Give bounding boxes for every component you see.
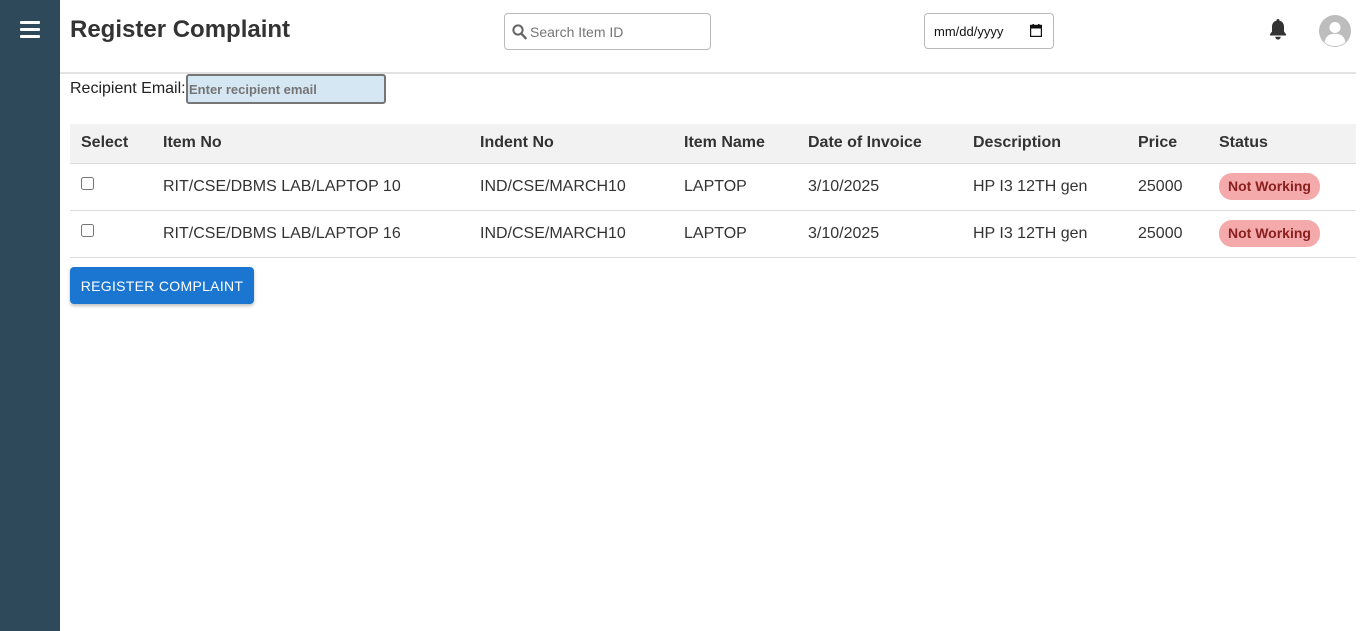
status-badge: Not Working: [1219, 220, 1320, 247]
status-badge: Not Working: [1219, 173, 1320, 200]
search-icon: [512, 24, 527, 40]
indent-no-cell: IND/CSE/MARCH10: [469, 163, 673, 211]
search-input[interactable]: [530, 15, 706, 48]
description-cell: HP I3 12TH gen: [962, 163, 1127, 211]
page-title: Register Complaint: [70, 16, 291, 43]
column-header-description: Description: [962, 124, 1127, 164]
column-header-item-no: Item No: [152, 124, 469, 164]
price-cell: 25000: [1127, 210, 1208, 258]
date-input[interactable]: mm/dd/yyyy: [924, 13, 1054, 49]
column-header-date-of-invoice: Date of Invoice: [797, 124, 962, 164]
item-name-cell: LAPTOP: [673, 210, 797, 258]
calendar-icon[interactable]: [1030, 24, 1042, 37]
user-avatar-icon[interactable]: [1319, 15, 1351, 47]
hamburger-menu-icon[interactable]: [20, 21, 40, 39]
search-box[interactable]: [504, 13, 711, 50]
bell-icon[interactable]: [1268, 19, 1288, 41]
status-cell: Not Working: [1208, 210, 1356, 258]
table-row: RIT/CSE/DBMS LAB/LAPTOP 16 IND/CSE/MARCH…: [70, 210, 1356, 258]
column-header-price: Price: [1127, 124, 1208, 164]
date-of-invoice-cell: 3/10/2025: [797, 210, 962, 258]
date-of-invoice-cell: 3/10/2025: [797, 163, 962, 211]
item-no-cell: RIT/CSE/DBMS LAB/LAPTOP 10: [152, 163, 469, 211]
table-row: RIT/CSE/DBMS LAB/LAPTOP 10 IND/CSE/MARCH…: [70, 163, 1356, 211]
description-cell: HP I3 12TH gen: [962, 210, 1127, 258]
item-no-cell: RIT/CSE/DBMS LAB/LAPTOP 16: [152, 210, 469, 258]
sidebar: [0, 0, 60, 631]
items-table: Select Item No Indent No Item Name Date …: [70, 124, 1356, 258]
item-name-cell: LAPTOP: [673, 163, 797, 211]
top-bar: Register Complaint mm/dd/yyyy: [60, 0, 1356, 74]
recipient-email-label: Recipient Email:: [70, 80, 186, 97]
price-cell: 25000: [1127, 163, 1208, 211]
column-header-status: Status: [1208, 124, 1356, 164]
row-select-checkbox[interactable]: [81, 176, 94, 190]
select-cell: [70, 163, 152, 211]
row-select-checkbox[interactable]: [81, 223, 94, 237]
column-header-item-name: Item Name: [673, 124, 797, 164]
column-header-select: Select: [70, 124, 152, 164]
recipient-email-input[interactable]: [186, 74, 386, 104]
table-header-row: Select Item No Indent No Item Name Date …: [70, 124, 1356, 164]
main-content: Register Complaint mm/dd/yyyy: [60, 0, 1365, 631]
indent-no-cell: IND/CSE/MARCH10: [469, 210, 673, 258]
column-header-indent-no: Indent No: [469, 124, 673, 164]
register-complaint-button[interactable]: REGISTER COMPLAINT: [70, 267, 254, 304]
select-cell: [70, 210, 152, 258]
status-cell: Not Working: [1208, 163, 1356, 211]
date-placeholder: mm/dd/yyyy: [934, 24, 1004, 39]
